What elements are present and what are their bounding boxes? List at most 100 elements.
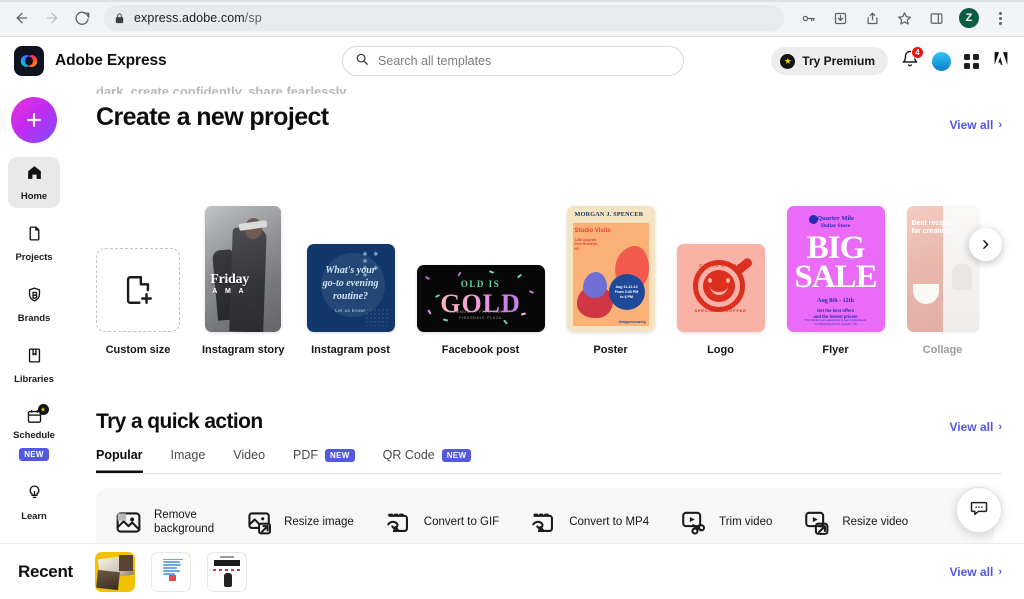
igpost-line3: routine? [333,291,369,302]
template-card-logo[interactable]: CUPPA CHEER SPECIALTY COFFEE Logo [676,244,765,356]
sidebar-label-home: Home [20,191,48,202]
sidebar-item-projects[interactable]: Projects [8,218,60,269]
flyer-footer: This Studio is an opportunity to see 3 A… [804,318,867,326]
sidebar-item-brands[interactable]: Brands [8,279,60,330]
tab-video[interactable]: Video [233,448,265,473]
tab-popular[interactable]: Popular [96,448,143,473]
igpost-line1: What's your [325,265,376,276]
sidebar-item-libraries[interactable]: Libraries [8,340,60,391]
lock-icon [114,12,125,24]
recent-item-blue-text-doc[interactable] [150,551,191,592]
quick-action-view-all-link[interactable]: View all › [950,420,1002,434]
collage-art-text: Best recipes for creators [911,220,954,235]
user-avatar[interactable] [932,51,951,71]
tab-strip-edge [0,0,1024,2]
quick-action-resize-video[interactable]: Resize video [802,508,908,537]
chevron-right-icon: › [998,421,1002,433]
flyer-brand-line2: Dollar Store [820,223,851,229]
three-dot-menu-icon[interactable] [986,4,1014,32]
password-key-icon[interactable] [794,4,822,32]
search-box[interactable] [342,46,684,76]
install-app-icon[interactable] [826,4,854,32]
create-view-all-link[interactable]: View all › [950,118,1002,132]
recent-view-all-link[interactable]: View all › [950,565,1002,579]
document-icon [26,225,43,247]
create-view-all-label: View all [949,118,994,132]
tab-video-label: Video [233,448,266,462]
scrolled-away-text: dark, create confidently, share fearless… [96,85,350,94]
fbpost-footer-text: COMMUNITY FLEA MARKET FIRESDALE PLAZA [449,310,512,320]
flyer-thumb: Quarter Mile Dollar Store BIG SALE Aug 8… [786,206,885,332]
sidebar-item-home[interactable]: Home [8,157,60,208]
quick-action-header: Try a quick action View all › [96,410,1024,434]
chat-support-button[interactable] [956,487,1002,533]
template-label: Logo [707,344,734,356]
quick-action-label: Remove background [154,509,215,535]
templates-next-button[interactable] [969,228,1002,261]
calendar-icon [26,404,49,425]
bookmark-star-icon[interactable] [890,4,918,32]
recent-view-all-label: View all [949,564,994,579]
search-input[interactable] [378,54,671,68]
forward-button[interactable] [38,4,66,32]
adobe-express-logo-icon [14,46,44,76]
recent-bar: Recent View all › [0,543,1024,599]
reload-button[interactable] [68,4,96,32]
template-card-instagram-story[interactable]: Friday A M A Instagram story [202,206,285,356]
lightbulb-icon [26,484,43,506]
books-icon [26,347,43,369]
quick-action-resize-image[interactable]: Resize image [244,508,354,537]
collage-thumb: Best recipes for creators [906,206,979,332]
sidebar-item-learn[interactable]: Learn [8,477,60,528]
adobe-logo-icon[interactable] [992,50,1010,72]
fbpost-top-text: OLD IS [460,279,501,289]
search-container [342,46,684,76]
chrome-profile-avatar[interactable]: Z [959,8,979,28]
template-card-custom-size[interactable]: Custom size [96,248,180,356]
sidebar-label-projects: Projects [15,252,53,263]
template-card-flyer[interactable]: Quarter Mile Dollar Store BIG SALE Aug 8… [786,206,885,356]
template-card-collage[interactable]: Best recipes for creators Collage [906,206,979,356]
recent-item-photo-collage[interactable] [94,551,135,592]
create-new-button[interactable] [11,97,57,143]
tab-pdf[interactable]: PDF NEW [293,448,355,473]
premium-star-icon [780,53,796,69]
quick-action-convert-to-mp4[interactable]: Convert to MP4 [529,508,649,537]
flyer-big-line2: SALE [794,259,877,295]
quick-action-remove-background[interactable]: Remove background [114,508,214,537]
share-icon[interactable] [858,4,886,32]
poster-address: 1156 Augusta Park Brooklyn, NY [574,238,599,251]
template-label: Custom size [105,344,171,356]
quick-action-trim-video[interactable]: Trim video [679,508,772,537]
recent-item-dark-header-doc[interactable] [206,551,247,592]
template-card-poster[interactable]: MORGAN J. SPENCER Studio Visits 1156 Aug… [566,206,655,356]
flyer-brand-line1: Quarter Mile [817,215,854,222]
brand-logo-link[interactable]: Adobe Express [14,46,167,76]
logo-top-text: CUPPA CHEER [699,263,742,268]
template-card-facebook-post[interactable]: OLD IS GOLD COMMUNITY FLEA MARKET FIRESD… [416,265,545,356]
chevron-right-icon: › [998,119,1002,131]
sidebar-item-schedule[interactable]: Schedule NEW [8,401,60,467]
quick-action-label: Trim video [719,516,773,528]
address-bar[interactable]: express.adobe.com/sp [104,5,784,31]
poster-circle-text: Aug 11-12-13 From 3:30 PM to 8 PM [608,274,645,310]
template-card-instagram-post[interactable]: ✱ ✱ ✱ ✱ ✱ ✱ What's your go-to evening rou… [306,244,395,356]
notification-count-badge: 4 [911,45,924,59]
app-grid-icon[interactable] [964,53,979,69]
side-panel-icon[interactable] [922,4,950,32]
quick-action-convert-to-gif[interactable]: Convert to GIF [384,508,499,537]
app-header: Adobe Express Try Premium 4 [0,37,1024,85]
tab-qr-code[interactable]: QR Code NEW [383,448,472,473]
tab-pdf-label: PDF [293,448,319,462]
template-label: Flyer [822,344,849,356]
custom-size-thumb [96,248,180,332]
back-button[interactable] [8,4,36,32]
try-premium-button[interactable]: Try Premium [771,47,888,75]
quick-action-tabs: Popular Image Video PDF NEW QR Code NEW [96,448,1024,473]
resize-video-icon [802,508,831,537]
shield-badge-icon [26,286,43,308]
tab-image-label: Image [170,448,206,462]
tab-image[interactable]: Image [171,448,206,473]
notifications-button[interactable]: 4 [901,45,924,73]
template-label: Poster [593,344,628,356]
